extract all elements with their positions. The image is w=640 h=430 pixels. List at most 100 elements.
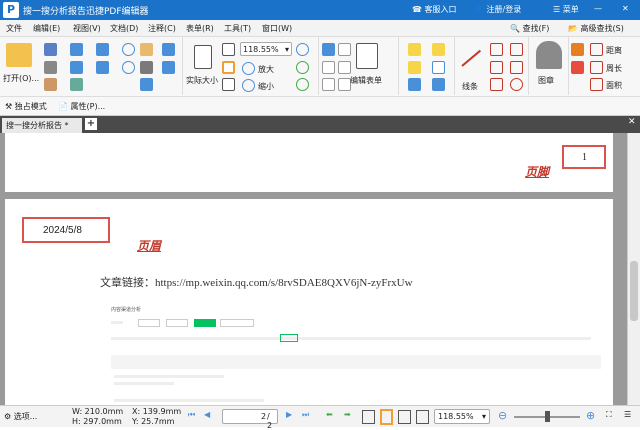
perimeter-icon[interactable] xyxy=(590,61,603,74)
menu-file[interactable]: 文件 xyxy=(6,23,22,34)
list-field-icon[interactable] xyxy=(338,61,351,74)
fullscreen-icon[interactable]: ⛶ xyxy=(606,410,612,420)
add-tab-button[interactable]: + xyxy=(85,118,97,130)
rectangle-icon[interactable] xyxy=(490,78,503,91)
distance-label[interactable]: 距离 xyxy=(606,45,622,56)
stamp-small-icon[interactable] xyxy=(408,78,421,91)
edit-object-icon[interactable] xyxy=(162,61,175,74)
back-view-icon[interactable]: ⬅ xyxy=(326,410,333,419)
forward-view-icon[interactable]: ➡ xyxy=(344,410,351,419)
footer-label[interactable]: 页脚 xyxy=(525,163,549,180)
snapshot-icon[interactable] xyxy=(140,78,153,91)
checkbox-field-icon[interactable] xyxy=(322,78,335,91)
menu-view[interactable]: 视图(V) xyxy=(73,23,101,34)
close-tab-icon[interactable]: ✕ xyxy=(628,117,636,127)
line-label[interactable]: 线条 xyxy=(462,81,478,92)
vertical-scrollbar[interactable] xyxy=(627,133,640,405)
pointer-icon[interactable] xyxy=(322,43,335,56)
fit-page-icon[interactable] xyxy=(222,43,235,56)
scroll-thumb[interactable] xyxy=(630,261,638,321)
fit-width-icon[interactable] xyxy=(222,61,235,74)
login-button[interactable]: 👤 注册/登录 xyxy=(474,4,521,15)
advanced-search-button[interactable]: 📂 高级查找(S) xyxy=(568,23,624,34)
page-number-box[interactable]: 1 xyxy=(562,145,606,169)
zoom-out-icon[interactable] xyxy=(242,79,255,92)
page-input[interactable]: 2 / 2 xyxy=(222,409,278,430)
zoom-in-icon[interactable] xyxy=(242,62,255,75)
status-zoom-select[interactable]: 118.55% ▾ xyxy=(434,409,490,424)
typewriter-icon[interactable] xyxy=(408,43,421,56)
open-folder-icon[interactable] xyxy=(6,43,32,67)
hand-icon[interactable] xyxy=(140,43,153,56)
exclusive-mode-button[interactable]: ⚒ 独占模式 xyxy=(5,101,47,112)
redo-icon[interactable] xyxy=(96,61,109,74)
zoom-select[interactable]: 118.55% ▾ xyxy=(240,42,292,56)
article-link[interactable]: 文章链接：https://mp.weixin.qq.com/s/8rvSDAE8… xyxy=(100,274,413,290)
settings-icon[interactable]: ☰ xyxy=(624,410,631,419)
zoom-out-icon[interactable]: ⊖ xyxy=(498,409,507,422)
line-icon[interactable] xyxy=(461,49,482,67)
menu-document[interactable]: 文档(D) xyxy=(110,23,138,34)
menu-comment[interactable]: 注释(C) xyxy=(148,23,176,34)
stamp-icon[interactable] xyxy=(536,41,562,69)
edit-form-label[interactable]: 编辑表单 xyxy=(350,75,382,86)
textbox-icon[interactable] xyxy=(432,43,445,56)
actual-size-icon[interactable] xyxy=(194,45,212,69)
edit-form-icon[interactable] xyxy=(356,43,378,69)
distance-icon[interactable] xyxy=(590,43,603,56)
forward-icon[interactable] xyxy=(122,61,135,74)
properties-button[interactable]: 📄 属性(P)... xyxy=(58,101,105,112)
polyline-icon[interactable] xyxy=(490,61,503,74)
sound-icon[interactable] xyxy=(432,78,445,91)
scan-icon[interactable] xyxy=(70,61,83,74)
print-icon[interactable] xyxy=(44,61,57,74)
customer-entry-button[interactable]: ☎ 客服入口 xyxy=(412,4,457,15)
camera-icon[interactable] xyxy=(162,43,175,56)
fit-visible-icon[interactable] xyxy=(222,78,235,91)
note-icon[interactable] xyxy=(408,61,421,74)
actual-size-label[interactable]: 实际大小 xyxy=(186,75,218,86)
select-text-icon[interactable] xyxy=(140,61,153,74)
area-label[interactable]: 面积 xyxy=(606,80,622,91)
single-page-icon[interactable] xyxy=(362,410,375,424)
polygon-icon[interactable] xyxy=(510,61,523,74)
perimeter-label[interactable]: 周长 xyxy=(606,63,622,74)
prev-page-icon[interactable]: ◀ xyxy=(204,410,210,419)
search-button[interactable]: 🔍 查找(F) xyxy=(510,23,549,34)
menu-edit[interactable]: 编辑(E) xyxy=(33,23,60,34)
minimize-icon[interactable]: — xyxy=(594,4,602,13)
ellipse-icon[interactable] xyxy=(510,78,523,91)
pencil-icon[interactable] xyxy=(571,43,584,56)
menu-window[interactable]: 窗口(W) xyxy=(262,23,292,34)
menu-button[interactable]: ☰ 菜单 xyxy=(553,4,579,15)
two-page-continuous-icon[interactable] xyxy=(416,410,429,424)
rotate-cw-icon[interactable] xyxy=(296,61,309,74)
cloud-icon[interactable] xyxy=(70,43,83,56)
options-button[interactable]: ⚙ 选项... xyxy=(4,411,37,422)
two-page-icon[interactable] xyxy=(398,410,411,424)
magnifier-icon[interactable] xyxy=(296,43,309,56)
open-button-label[interactable]: 打开(O)... xyxy=(3,73,39,84)
back-icon[interactable] xyxy=(122,43,135,56)
area-icon[interactable] xyxy=(590,78,603,91)
arrow-icon[interactable] xyxy=(490,43,503,56)
attach-icon[interactable] xyxy=(432,61,445,74)
rotate-ccw-icon[interactable] xyxy=(296,78,309,91)
cloud-shape-icon[interactable] xyxy=(510,43,523,56)
header-label[interactable]: 页眉 xyxy=(137,237,161,254)
zoom-slider-handle[interactable] xyxy=(545,411,550,422)
tab-document[interactable]: 搜一搜分析报告 * xyxy=(2,118,82,133)
last-page-icon[interactable]: ⏭ xyxy=(302,410,309,420)
stamp-label[interactable]: 图章 xyxy=(538,75,554,86)
radio-field-icon[interactable] xyxy=(338,43,351,56)
zoom-out-label[interactable]: 缩小 xyxy=(258,81,274,92)
undo-icon[interactable] xyxy=(96,43,109,56)
eraser-icon[interactable] xyxy=(571,61,584,74)
save-icon[interactable] xyxy=(44,43,57,56)
menu-form[interactable]: 表单(R) xyxy=(186,23,214,34)
text-field-icon[interactable] xyxy=(322,61,335,74)
continuous-page-icon[interactable] xyxy=(380,409,393,425)
zoom-in-label[interactable]: 放大 xyxy=(258,64,274,75)
menu-tools[interactable]: 工具(T) xyxy=(224,23,251,34)
export-icon[interactable] xyxy=(70,78,83,91)
